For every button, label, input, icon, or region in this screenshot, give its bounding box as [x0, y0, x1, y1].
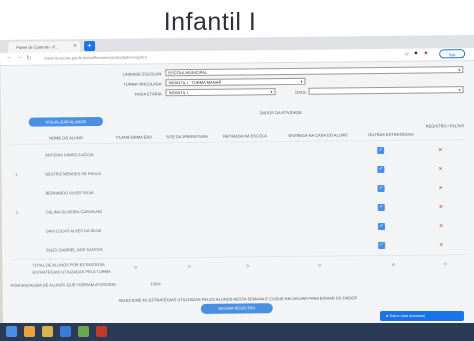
chevron-down-icon: ▾	[458, 87, 461, 93]
checkbox-outras-estrategias[interactable]: ✓	[378, 241, 386, 250]
col-header-retirada: RETIRADA NA ESCOLA	[223, 133, 267, 139]
status-icon: ✕	[438, 204, 444, 211]
col-header-registro: REGISTRO / FALTAS	[425, 123, 465, 129]
chrome-icon[interactable]	[24, 326, 35, 337]
reload-icon[interactable]: ↻	[26, 55, 31, 62]
summary-value: 0	[188, 264, 191, 270]
col-header-name: NOME DO ALUNO	[49, 135, 83, 141]
forward-icon[interactable]: →	[16, 55, 22, 61]
data-label: DATA:	[295, 89, 307, 95]
chevron-down-icon: ▾	[300, 78, 303, 84]
notification-toast[interactable]: ● Salvo com sucesso!	[380, 311, 464, 321]
close-icon[interactable]: ✕	[73, 41, 77, 52]
sair-button[interactable]: Sair	[439, 49, 466, 59]
folder-icon[interactable]	[42, 326, 53, 337]
tab-label: Painel de Controle - P...	[16, 44, 59, 50]
checkbox-outras-estrategias[interactable]: ✓	[377, 184, 385, 193]
save-button[interactable]: SALVAR REGISTRO	[200, 303, 273, 314]
footer-note: SELECIONE AS ESTRATÉGIAS UTILIZADAS PELO…	[118, 295, 358, 303]
status-icon: ✕	[438, 147, 443, 154]
browser-window: Painel de Controle - P... ✕ + ← → ↻ sist…	[0, 35, 474, 341]
data-select[interactable]: ▾	[308, 86, 464, 95]
summary-value: 0	[318, 262, 321, 268]
url-input[interactable]: sistema.escola.gov.br/portal/frequencia/…	[44, 51, 344, 62]
col-header-entrega: ENTREGA NA CASA DO ALUNO	[288, 132, 348, 138]
student-name: BEATRIZ MENDES DE PAULO	[45, 170, 102, 177]
unidade-label: UNIDADE ESCOLAR:	[122, 71, 163, 77]
row-divider	[12, 254, 468, 260]
summary-value: 0	[134, 264, 137, 270]
col-header-ead: PLATAFORMA EAD	[116, 134, 152, 140]
turma-select[interactable]: INFANTIL I - TURMA MANHÃ ▾	[165, 77, 306, 87]
col-header-site: SITE DA PREFEITURA	[166, 133, 208, 140]
windows-icon[interactable]	[6, 326, 17, 337]
slide-title: Infantil I	[163, 8, 257, 36]
row-number: 1	[15, 171, 18, 177]
summary-label: TOTAL DE ALUNOS POR ESTRATÉGIA	[32, 261, 105, 268]
taskbar	[0, 323, 474, 341]
col-header-outras: OUTRAS ESTRATÉGIAS	[368, 131, 414, 138]
faixa-select[interactable]: INFANTIL I ▾	[165, 88, 276, 97]
summary-value: 0	[246, 263, 249, 269]
student-name: BERNARDO ALVES SILVA	[45, 190, 94, 196]
browser-tab[interactable]: Painel de Controle - P... ✕	[8, 41, 81, 53]
summary-value: 6	[392, 261, 395, 267]
checkbox-outras-estrategias[interactable]: ✓	[377, 165, 385, 174]
status-icon: ✕	[439, 242, 444, 249]
checkbox-outras-estrategias[interactable]: ✓	[377, 222, 386, 231]
summary-label: ESTRATÉGIAS UTILIZADAS PELA TURMA	[32, 268, 111, 275]
edge-icon[interactable]	[60, 326, 71, 337]
status-icon: ✕	[438, 185, 443, 192]
summary-value: 0	[444, 261, 447, 267]
total-value: 100%	[150, 281, 161, 287]
chevron-down-icon: ▾	[458, 67, 461, 73]
new-tab-icon[interactable]: +	[84, 41, 96, 52]
faixa-label: FAIXA ETÁRIA:	[134, 91, 163, 97]
star-icon[interactable]: ☆	[404, 51, 409, 58]
extension-icon[interactable]: ●	[414, 51, 418, 57]
chevron-down-icon: ▾	[270, 89, 273, 95]
profile-icon[interactable]: ●	[424, 51, 428, 57]
media-icon[interactable]	[96, 326, 107, 337]
turma-label: TURMA VINCULADA:	[123, 81, 163, 87]
section-title: DADOS DA ATIVIDADE	[259, 109, 302, 116]
unidade-select[interactable]: ESCOLA MUNICIPAL ▾	[165, 66, 464, 77]
checkbox-outras-estrategias[interactable]: ✓	[377, 146, 385, 155]
row-number: 2	[15, 209, 19, 215]
status-icon: ✕	[438, 166, 443, 173]
view-students-button[interactable]: VISUALIZAR ALUNOS	[28, 116, 103, 127]
student-name: ANTONIA DANIELA ACCIA	[45, 152, 94, 158]
notification-text: Salvo com sucesso!	[389, 313, 426, 318]
total-label: PORCENTAGEM DE ALUNOS QUE FIZERAM ATIVID…	[10, 281, 117, 288]
checkbox-outras-estrategias[interactable]: ✓	[377, 203, 385, 212]
student-name: ENZO GABRIEL DOS SANTOS	[46, 246, 103, 253]
back-icon[interactable]: ←	[6, 55, 12, 61]
status-icon: ✕	[438, 223, 444, 230]
student-name: DAVI LUCAS ALVES DA SILVA	[45, 227, 102, 234]
mail-icon[interactable]	[78, 326, 89, 337]
student-name: CELINA OLIVEIRA CARVALHO	[45, 208, 103, 215]
